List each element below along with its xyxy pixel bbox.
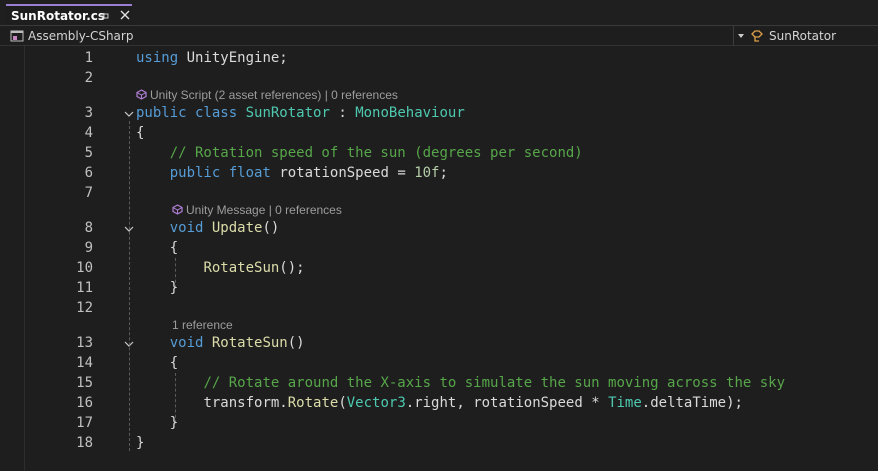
codelens-update[interactable]: Unity Message | 0 references bbox=[172, 202, 342, 218]
keyword: void bbox=[169, 335, 204, 351]
fold-chevron-icon[interactable] bbox=[124, 110, 134, 118]
code-text: .right, rotationSpeed * bbox=[405, 395, 609, 411]
code-line[interactable]: void RotateSun() bbox=[136, 333, 305, 353]
line-number: 17 bbox=[76, 415, 93, 431]
class-label: SunRotator bbox=[769, 29, 837, 43]
gutter-divider bbox=[24, 46, 25, 471]
unity-icon bbox=[136, 89, 147, 100]
method-name: RotateSun bbox=[211, 335, 288, 351]
codelens-text: Unity Message | 0 references bbox=[186, 203, 342, 217]
file-tab[interactable]: SunRotator.cs bbox=[6, 4, 132, 26]
line-number: 3 bbox=[84, 105, 93, 121]
indent-guide bbox=[129, 121, 130, 451]
type-name: Time bbox=[608, 395, 642, 411]
line-number: 9 bbox=[84, 240, 93, 256]
line-number: 10 bbox=[76, 260, 93, 276]
line-number: 12 bbox=[76, 300, 93, 316]
code-line[interactable]: } bbox=[136, 433, 144, 453]
code-line[interactable]: transform.Rotate(Vector3.right, rotation… bbox=[136, 393, 743, 413]
code-text: ( bbox=[338, 395, 347, 411]
class-icon bbox=[751, 30, 763, 42]
line-number: 6 bbox=[84, 165, 93, 181]
codelens-rotatesun[interactable]: 1 reference bbox=[172, 317, 233, 333]
method-call: Rotate bbox=[287, 395, 339, 411]
tab-title: SunRotator.cs bbox=[11, 9, 106, 23]
keyword: void bbox=[169, 220, 204, 236]
code-text: = bbox=[388, 165, 415, 181]
brace: } bbox=[169, 415, 179, 431]
code-line[interactable]: void Update() bbox=[136, 218, 280, 238]
close-icon[interactable] bbox=[119, 9, 131, 21]
class-dropdown[interactable]: SunRotator bbox=[733, 26, 878, 46]
navigation-bar: Assembly-CSharp SunRotator bbox=[0, 26, 878, 46]
comment: // Rotation speed of the sun (degrees pe… bbox=[169, 145, 583, 161]
line-number: 8 bbox=[84, 220, 93, 236]
code-text: ; bbox=[439, 165, 448, 181]
code-text: () bbox=[262, 220, 280, 236]
brace: { bbox=[169, 240, 179, 256]
project-label: Assembly-CSharp bbox=[28, 29, 134, 43]
project-dropdown[interactable]: Assembly-CSharp bbox=[8, 26, 728, 46]
type-name: Vector3 bbox=[346, 395, 406, 411]
code-line[interactable]: { bbox=[136, 123, 144, 143]
code-line[interactable]: public class SunRotator : MonoBehaviour bbox=[136, 103, 465, 123]
code-line[interactable]: using UnityEngine; bbox=[136, 48, 288, 68]
line-number: 15 bbox=[76, 375, 93, 391]
code-editor[interactable]: 1 2 3 4 5 6 7 8 9 10 11 12 13 14 15 16 1… bbox=[0, 46, 878, 471]
method-name: Update bbox=[211, 220, 263, 236]
code-line[interactable]: // Rotate around the X-axis to simulate … bbox=[136, 373, 785, 393]
class-name: SunRotator bbox=[245, 105, 330, 121]
base-class: MonoBehaviour bbox=[355, 105, 465, 121]
tab-strip: SunRotator.cs bbox=[0, 0, 878, 26]
line-number: 18 bbox=[76, 435, 93, 451]
field-name: rotationSpeed bbox=[279, 165, 389, 181]
code-line[interactable]: } bbox=[136, 278, 178, 298]
line-number: 14 bbox=[76, 355, 93, 371]
line-number: 11 bbox=[76, 280, 93, 296]
project-icon bbox=[10, 30, 24, 42]
code-text: transform. bbox=[203, 395, 288, 411]
number-literal: 10f bbox=[414, 165, 440, 181]
code-text: UnityEngine; bbox=[178, 50, 288, 66]
line-number: 7 bbox=[84, 185, 93, 201]
code-text: () bbox=[287, 335, 305, 351]
code-text: .deltaTime); bbox=[641, 395, 743, 411]
brace: } bbox=[136, 435, 145, 451]
keyword: public class bbox=[136, 105, 238, 121]
keyword: public float bbox=[169, 165, 271, 181]
codelens-class[interactable]: Unity Script (2 asset references) | 0 re… bbox=[136, 87, 398, 103]
comment: // Rotate around the X-axis to simulate … bbox=[203, 375, 786, 391]
code-line[interactable]: { bbox=[136, 353, 178, 373]
method-call: RotateSun bbox=[203, 260, 280, 276]
code-text: (); bbox=[279, 260, 305, 276]
code-line[interactable]: { bbox=[136, 238, 178, 258]
code-line[interactable]: } bbox=[136, 413, 178, 433]
line-number: 16 bbox=[76, 395, 93, 411]
line-number: 2 bbox=[84, 70, 93, 86]
codelens-text: Unity Script (2 asset references) | 0 re… bbox=[150, 88, 398, 102]
brace: { bbox=[169, 355, 179, 371]
line-number: 5 bbox=[84, 145, 93, 161]
code-line[interactable]: // Rotation speed of the sun (degrees pe… bbox=[136, 143, 583, 163]
code-text: : bbox=[329, 105, 356, 121]
code-line[interactable]: public float rotationSpeed = 10f; bbox=[136, 163, 448, 183]
unity-icon bbox=[172, 204, 183, 215]
line-number: 4 bbox=[84, 125, 93, 141]
brace: } bbox=[169, 280, 179, 296]
keyword: using bbox=[136, 50, 179, 66]
brace: { bbox=[136, 125, 145, 141]
code-line[interactable]: RotateSun(); bbox=[136, 258, 305, 278]
pin-icon[interactable] bbox=[98, 10, 110, 22]
chevron-down-icon bbox=[738, 34, 744, 38]
line-number: 1 bbox=[84, 50, 93, 66]
codelens-text: 1 reference bbox=[172, 318, 233, 332]
line-number: 13 bbox=[76, 335, 93, 351]
